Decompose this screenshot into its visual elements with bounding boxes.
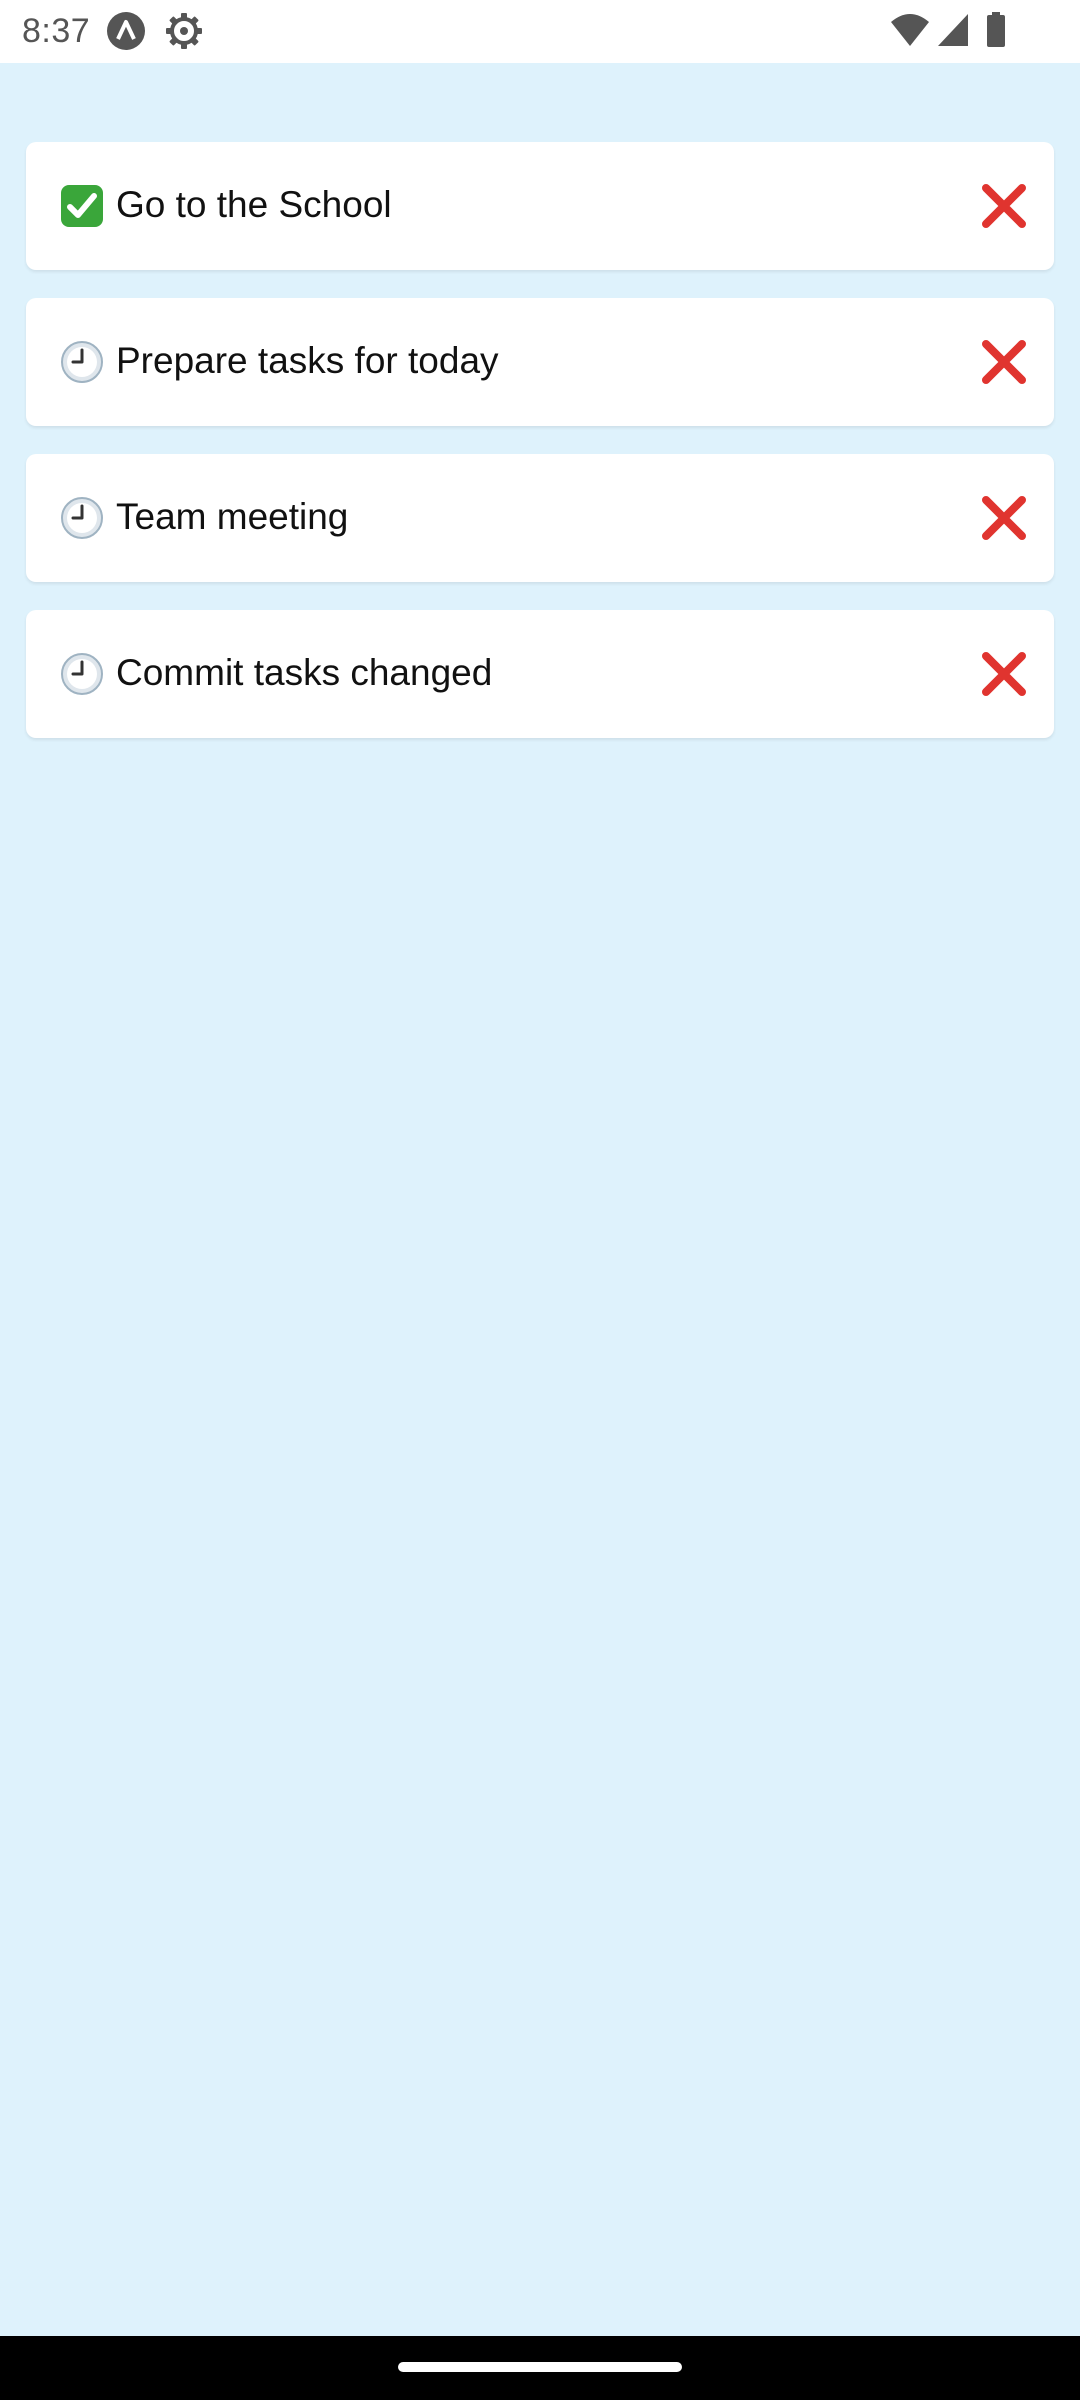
clock-icon [61,653,103,695]
check-mark-icon [61,185,103,227]
close-icon[interactable] [980,182,1028,230]
status-time: 8:37 [22,12,91,50]
task-title: Commit tasks changed [116,652,493,693]
clock-icon [61,341,103,383]
close-icon[interactable] [980,338,1028,386]
task-item[interactable]: Commit tasks changed [26,610,1054,738]
gear-icon [166,13,202,49]
close-icon[interactable] [980,494,1028,542]
clock-icon [61,497,103,539]
task-title: Prepare tasks for today [116,340,499,381]
task-title: Go to the School [116,184,392,225]
task-item[interactable]: Team meeting [26,454,1054,582]
battery-icon [987,12,1005,47]
wifi-icon [891,14,929,46]
home-gesture-handle[interactable] [398,2362,682,2372]
task-title: Team meeting [116,496,349,537]
navigation-bar [0,2336,1080,2400]
status-bar: 8:37 [0,0,1080,63]
a-circle-icon [107,12,145,50]
task-item[interactable]: Prepare tasks for today [26,298,1054,426]
signal-icon [938,14,968,46]
task-list: Go to the School Prepare tasks for today… [26,142,1054,766]
task-item[interactable]: Go to the School [26,142,1054,270]
close-icon[interactable] [980,650,1028,698]
